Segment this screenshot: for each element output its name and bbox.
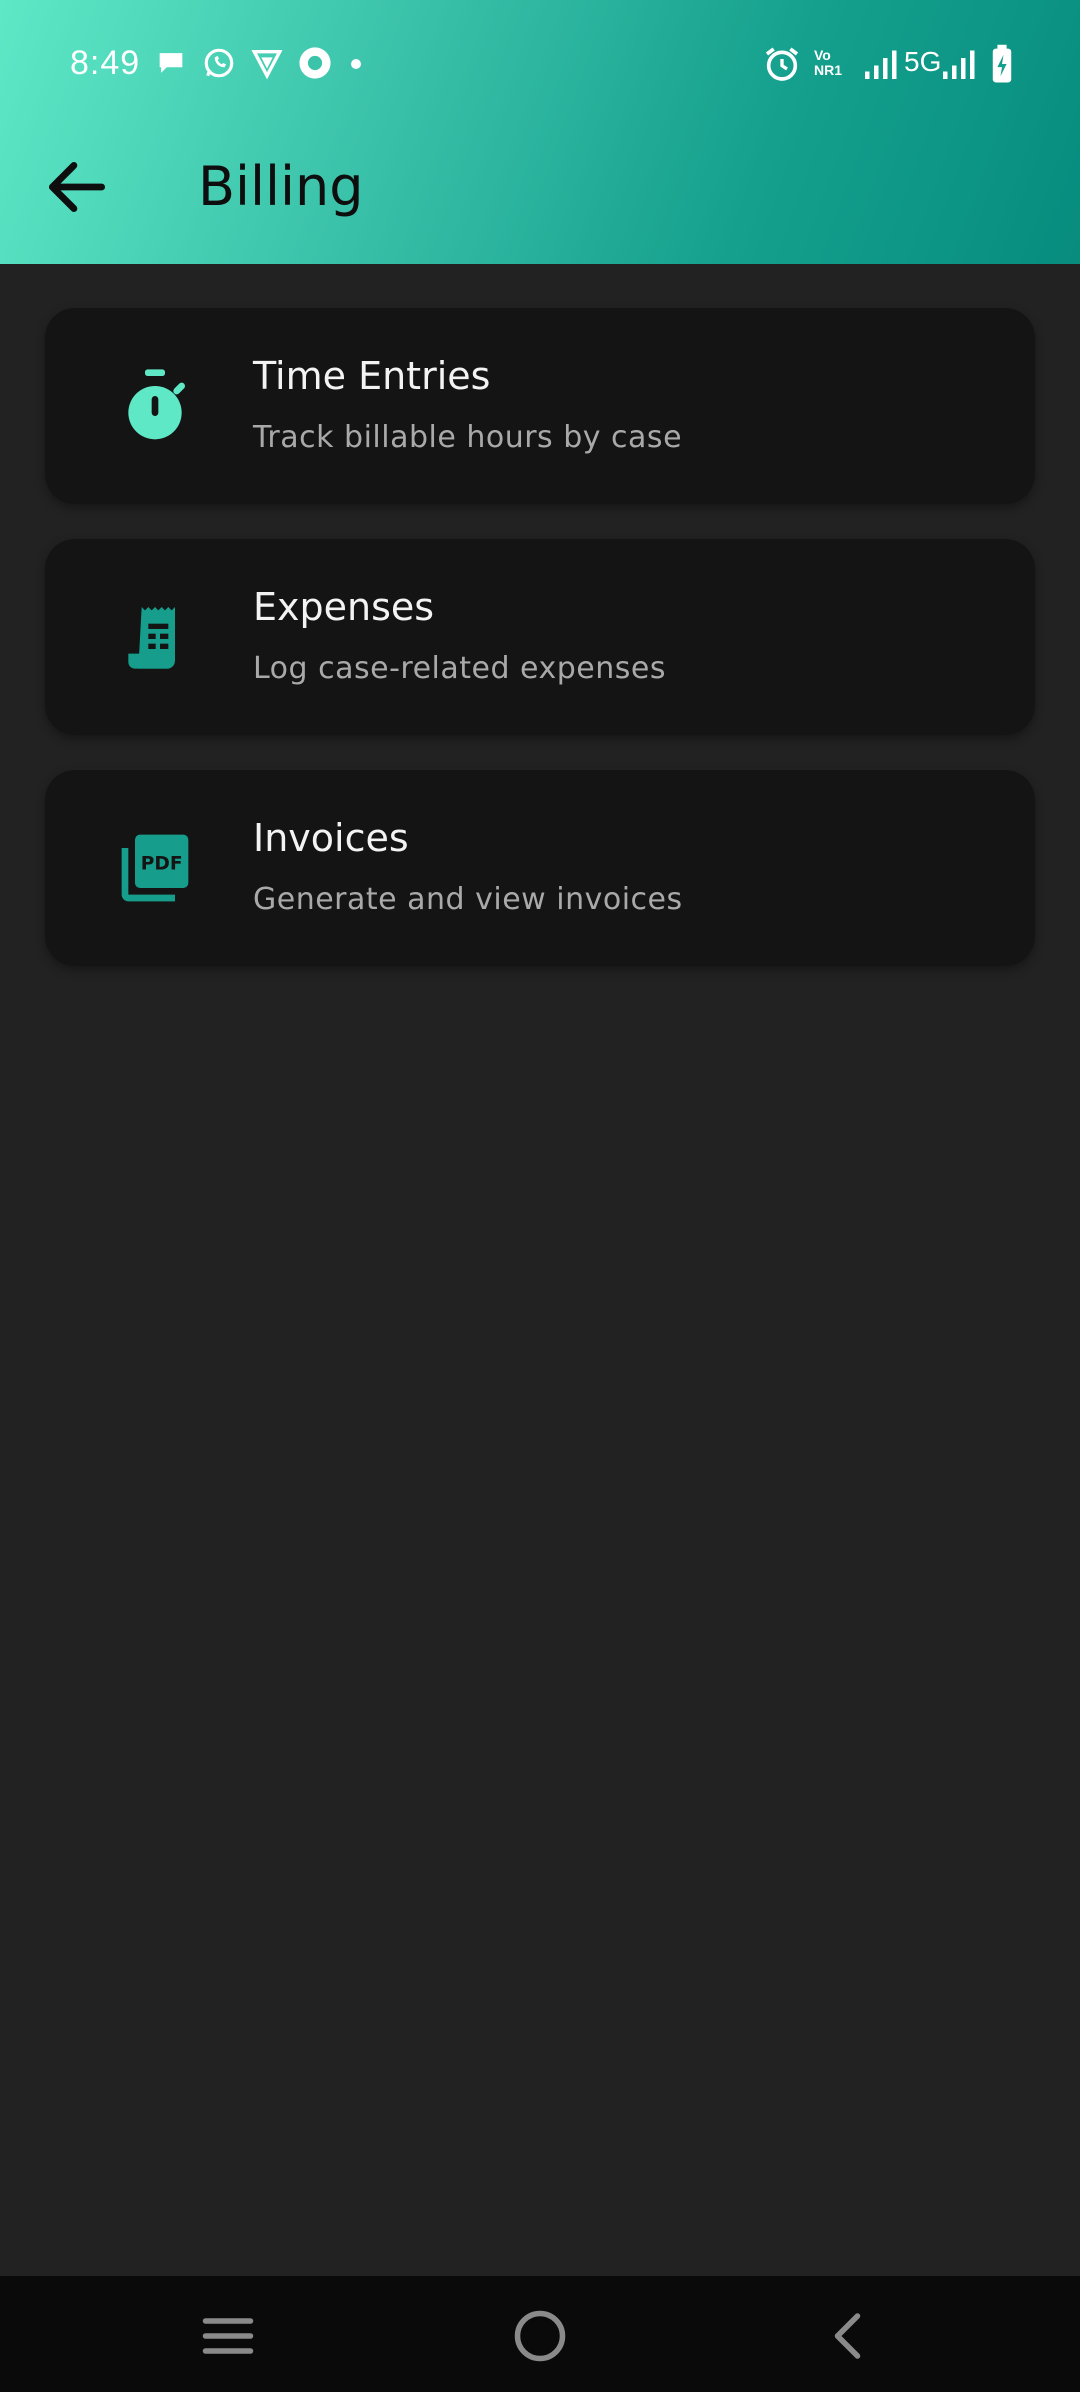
pdf-icon: PDF [115, 828, 195, 908]
system-nav-bar [0, 2276, 1080, 2392]
home-icon [514, 2310, 566, 2362]
menu-icon [202, 2318, 254, 2354]
back-icon [834, 2313, 861, 2359]
page-title: Billing [198, 155, 364, 218]
card-subtitle: Log case-related expenses [253, 651, 666, 686]
system-back-button[interactable] [820, 2306, 880, 2366]
signal-icon [862, 44, 898, 84]
back-button[interactable] [40, 150, 114, 224]
vonr-icon: Vo NR1 [814, 48, 842, 78]
whatsapp-icon [202, 46, 236, 80]
home-button[interactable] [510, 2306, 570, 2366]
battery-charging-icon [990, 44, 1014, 84]
network-type: 5G [904, 46, 942, 77]
arrow-left-icon [48, 162, 106, 212]
card-title: Expenses [253, 585, 435, 629]
vonr-line2: NR1 [814, 62, 843, 78]
menu-button[interactable] [198, 2306, 258, 2366]
card-subtitle: Track billable hours by case [253, 420, 683, 455]
pdf-icon-text: PDF [141, 854, 183, 875]
card-subtitle: Generate and view invoices [253, 882, 683, 917]
circle-app-icon [298, 46, 332, 80]
status-bar: 8:49 Vo NR1 5G [0, 0, 1080, 130]
status-time: 8:49 [70, 44, 141, 82]
card-title: Time Entries [253, 354, 491, 398]
app-header: 8:49 Vo NR1 5G Billing [0, 0, 1080, 264]
receipt-icon [115, 597, 195, 677]
vonr-line1: Vo [814, 47, 831, 63]
vpn-shield-icon [250, 46, 284, 80]
alarm-icon [762, 44, 802, 84]
dot-icon [348, 46, 364, 80]
card-title: Invoices [253, 816, 409, 860]
signal-icon [940, 44, 976, 84]
stopwatch-icon [115, 366, 195, 446]
expenses-card[interactable]: Expenses Log case-related expenses [45, 539, 1035, 735]
time-entries-card[interactable]: Time Entries Track billable hours by cas… [45, 308, 1035, 504]
chat-bubble-icon [154, 46, 188, 80]
invoices-card[interactable]: PDF Invoices Generate and view invoices [45, 770, 1035, 966]
